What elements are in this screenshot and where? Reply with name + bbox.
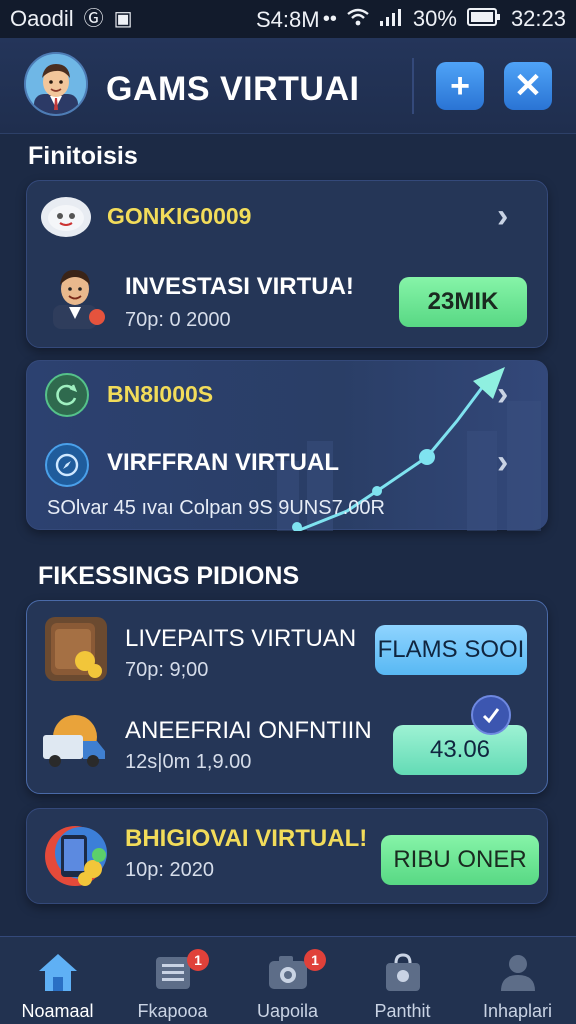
card3-row1-sub: 70p: 9;00	[125, 659, 209, 681]
delivery-truck-icon	[39, 713, 111, 773]
card3-row2-title: ANEEFRIAI ONFNTIIN	[125, 717, 372, 744]
section-title-second: FIKESSINGS PIDIONS	[38, 562, 300, 590]
app-title: GAMS VIRTUAI	[106, 70, 360, 108]
card-promo: BHIGIOVAI VIRTUAL! 10p: 2020 RIBU ONER	[26, 808, 548, 904]
profile-icon	[495, 949, 541, 995]
header-divider	[412, 58, 414, 114]
card4-action-button[interactable]: RIBU ONER	[381, 835, 539, 885]
nav-item-home[interactable]: Noamaal	[0, 937, 115, 1024]
checkmark-icon	[471, 695, 511, 735]
add-button[interactable]: +	[436, 62, 484, 110]
card2-sub: SOlvar 45 ıvaı Colpan 9S 9UNS7.00R	[47, 497, 385, 519]
wallet-icon	[45, 617, 107, 681]
card3-row1-button[interactable]: FLAMS SOOI	[375, 625, 527, 675]
bag-icon	[380, 949, 426, 995]
card3-row2-sub: 12s|0m 1,9.00	[125, 751, 252, 773]
card3-row2-button[interactable]: 43.06	[393, 725, 527, 775]
card4-sub: 10p: 2020	[125, 859, 214, 881]
card1-label: GONKIG0009	[107, 203, 252, 229]
signal-icon	[379, 8, 403, 30]
nav-label: Noamaal	[21, 1001, 94, 1021]
close-button[interactable]: ✕	[504, 62, 552, 110]
chevron-right-icon[interactable]: ›	[497, 443, 508, 482]
card2-title: VIRFFRAN VIRTUAL	[107, 449, 339, 476]
app-header: GAMS VIRTUAI + ✕	[0, 38, 576, 134]
card-listings: LIVEPAITS VIRTUAN 70p: 9;00 FLAMS SOOI A…	[26, 600, 548, 794]
card1-title: INVESTASI VIRTUA!	[125, 273, 354, 300]
add-icon: +	[450, 66, 470, 105]
nav-item-camera[interactable]: 1 Uapoila	[230, 937, 345, 1024]
chevron-right-icon[interactable]: ›	[497, 375, 508, 414]
card4-title: BHIGIOVAI VIRTUAL!	[125, 825, 368, 852]
nav-label: Inhaplari	[482, 1001, 553, 1021]
phone-coins-icon	[41, 823, 111, 889]
wifi-icon	[347, 8, 369, 30]
nav-item-list[interactable]: 1 Fkapooa	[115, 937, 230, 1024]
bottom-navigation: Noamaal 1 Fkapooa 1 Uapoila Panthit Inha…	[0, 936, 576, 1024]
card3-row1-title: LIVEPAITS VIRTUAN	[125, 625, 357, 652]
dots-icon: ••	[322, 8, 337, 30]
nav-item-bag[interactable]: Panthit	[345, 937, 460, 1024]
image-icon: ▣	[113, 8, 133, 30]
refresh-icon	[45, 373, 89, 417]
avatar[interactable]	[24, 52, 88, 116]
card-investment: GONKIG0009 › INVESTASI VIRTUA! 70p: 0 20…	[26, 180, 548, 348]
notification-badge: 1	[187, 949, 209, 971]
businessman-icon	[45, 259, 105, 329]
chevron-right-icon[interactable]: ›	[497, 197, 508, 236]
nav-item-profile[interactable]: Inhaplari	[460, 937, 575, 1024]
close-icon: ✕	[513, 67, 543, 105]
battery-icon	[466, 8, 501, 30]
status-time: S4:8M	[256, 7, 320, 32]
status-clock-right: 32:23	[510, 6, 566, 31]
ghost-icon	[41, 197, 91, 237]
card2-label: BN8I000S	[107, 381, 214, 407]
home-icon	[35, 949, 81, 995]
g-icon: Ⓖ	[83, 8, 104, 30]
section-title-first: Finitoisis	[28, 142, 138, 170]
nav-label: Panthit	[374, 1001, 431, 1021]
notification-badge: 1	[304, 949, 326, 971]
battery-percent: 30%	[412, 6, 457, 31]
status-bar: Oaodil Ⓖ ▣ S4:8M •• 30% 32:23	[0, 0, 576, 38]
card-virtual-chart: BN8I000S › VIRFFRAN VIRTUAL › SOlvar 45 …	[26, 360, 548, 531]
card1-action-button[interactable]: 23MIK	[399, 277, 527, 327]
compass-icon	[45, 443, 89, 487]
nav-label: Fkapooa	[137, 1001, 208, 1021]
card1-sub: 70p: 0 2000	[125, 309, 231, 331]
carrier-label: Oaodil	[10, 6, 74, 31]
nav-label: Uapoila	[256, 1001, 319, 1021]
